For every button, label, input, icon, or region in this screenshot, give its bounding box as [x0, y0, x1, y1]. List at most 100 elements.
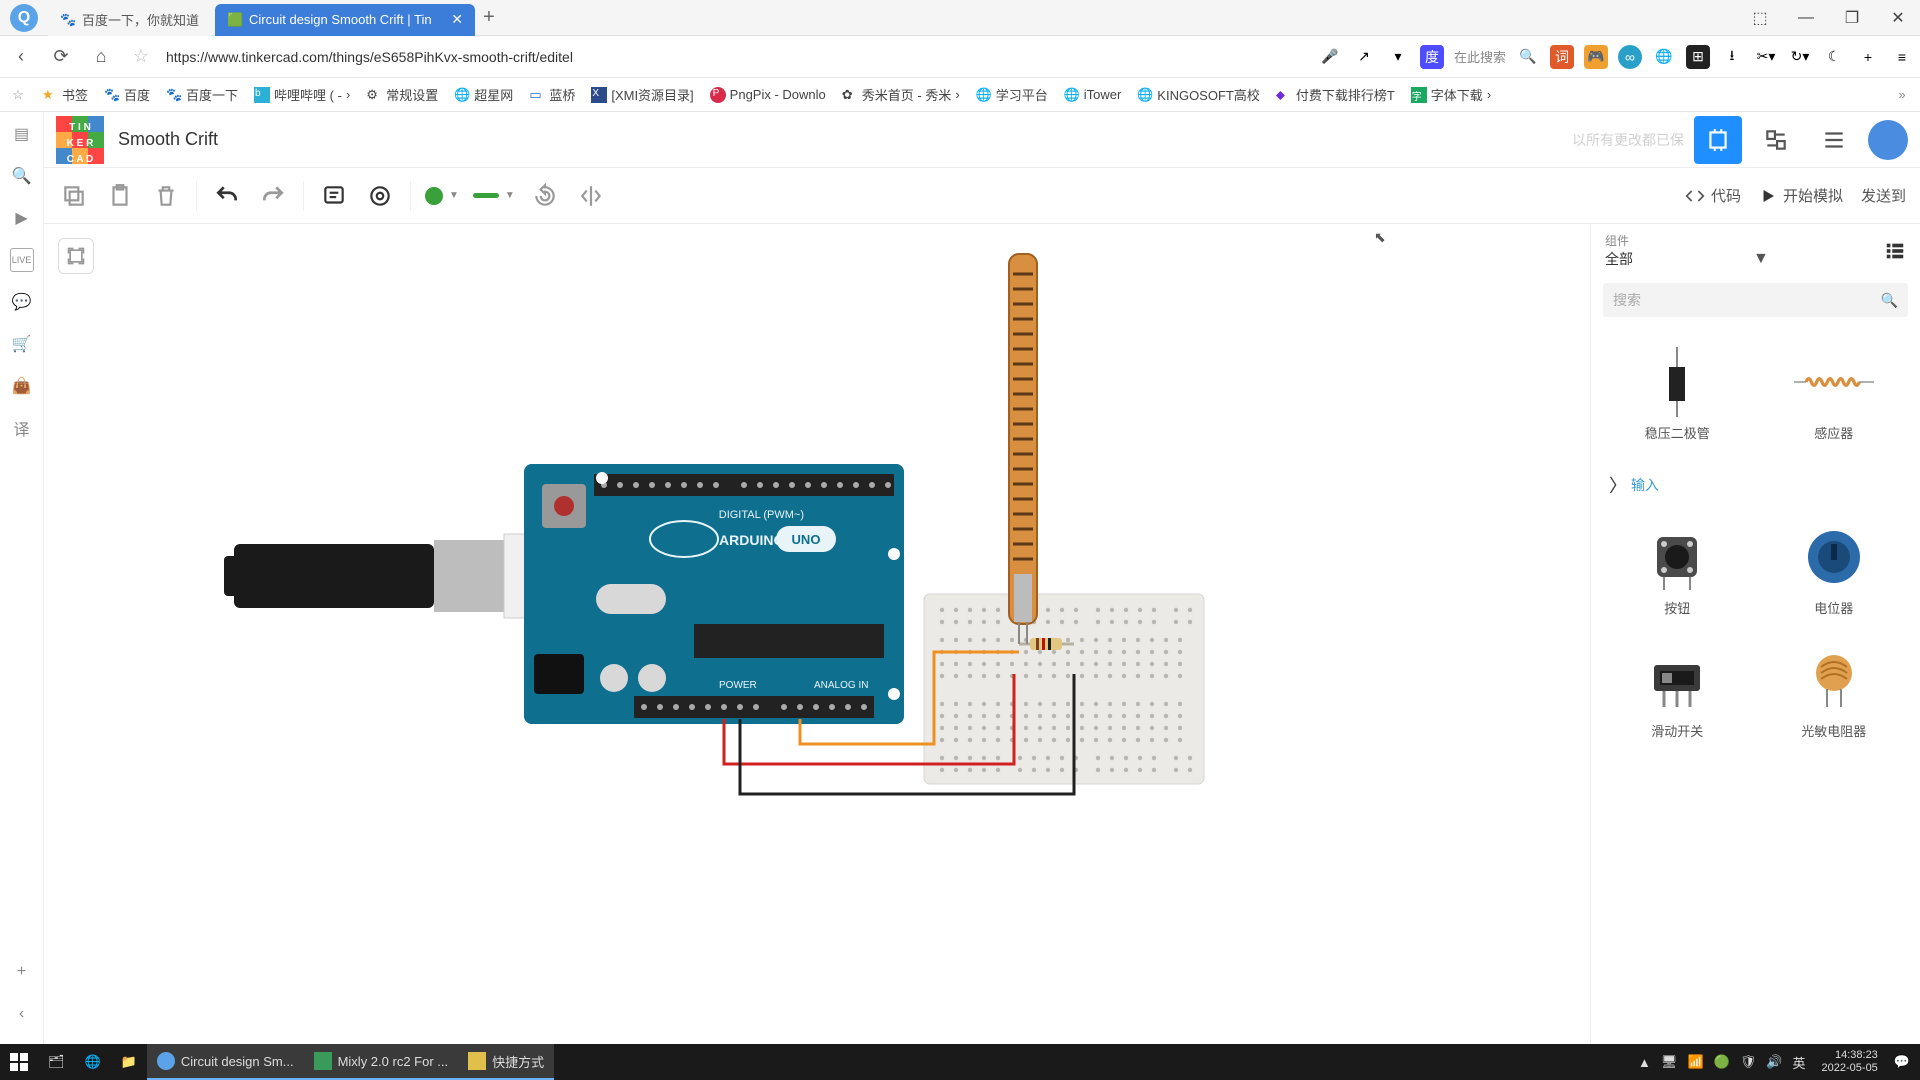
cart-icon[interactable]: 🛒 [10, 332, 34, 356]
chevron-down-icon[interactable]: ▾ [1386, 45, 1410, 69]
project-title[interactable]: Smooth Crift [118, 129, 218, 150]
component-item[interactable]: 电位器 [1756, 508, 1913, 631]
downloads-icon[interactable]: ⭳ [1720, 45, 1744, 69]
bookmark-star-icon[interactable]: ☆ [6, 83, 30, 107]
video-icon[interactable]: ▶ [10, 206, 34, 230]
refresh-icon[interactable]: ↻▾ [1788, 45, 1812, 69]
user-avatar[interactable] [1868, 120, 1908, 160]
volume-icon[interactable]: 🔊 [1766, 1054, 1782, 1070]
start-simulation-button[interactable]: 开始模拟 [1759, 185, 1843, 206]
notifications-icon[interactable]: 💬 [1894, 1054, 1910, 1070]
redo-button[interactable] [257, 180, 289, 212]
circuit-canvas[interactable]: ⬉ DIGITAL (PWM~) ARDUINO UNO POWER ANALO… [44, 224, 1590, 1044]
rotate-icon[interactable] [529, 180, 561, 212]
ext-icon[interactable]: 词 [1550, 45, 1574, 69]
taskbar-clock[interactable]: 14:38:23 2022-05-05 [1816, 1049, 1884, 1075]
bom-view-button[interactable] [1810, 116, 1858, 164]
copy-icon[interactable] [58, 180, 90, 212]
toggle-visibility-icon[interactable] [364, 180, 396, 212]
wifi-icon[interactable]: 📶 [1687, 1054, 1703, 1070]
code-button[interactable]: 代码 [1685, 185, 1741, 206]
circuit-view-button[interactable] [1694, 116, 1742, 164]
live-icon[interactable]: LIVE [10, 248, 34, 272]
window-minimize-button[interactable]: — [1784, 2, 1828, 34]
wire-style-picker[interactable]: ▼ [473, 190, 515, 201]
component-item[interactable]: 光敏电阻器 [1756, 631, 1913, 754]
scissors-icon[interactable]: ✂▾ [1754, 45, 1778, 69]
add-icon[interactable]: + [10, 960, 34, 984]
bookmark-item[interactable]: 🐾百度一下 [162, 83, 242, 106]
chat-icon[interactable]: 💬 [10, 290, 34, 314]
zoom-fit-button[interactable] [58, 238, 94, 274]
close-tab-icon[interactable]: ✕ [451, 11, 463, 28]
delete-icon[interactable] [150, 180, 182, 212]
back-button[interactable]: ‹ [6, 42, 36, 72]
tray-icon[interactable]: ▲ [1638, 1055, 1651, 1070]
component-item[interactable]: 稳压二极管 [1599, 333, 1756, 456]
component-item[interactable]: 感应器 [1756, 333, 1913, 456]
bookmark-item[interactable]: X[XMI资源目录] [587, 83, 697, 106]
bookmark-item[interactable]: 🐾百度 [100, 83, 154, 106]
taskbar-app[interactable]: 🗂 [38, 1044, 75, 1080]
tray-icon[interactable]: 🛡 [1740, 1054, 1757, 1070]
book-icon[interactable]: ▤ [10, 122, 34, 146]
bookmark-item[interactable]: PPngPix - Downlo [706, 85, 830, 105]
bookmark-item[interactable]: ✿秀米首页 - 秀米› [838, 83, 964, 106]
taskbar-app[interactable]: 🌐 [75, 1044, 111, 1080]
component-item[interactable]: 按钮 [1599, 508, 1756, 631]
taskbar-app[interactable]: 快捷方式 [458, 1044, 554, 1080]
bookmark-item[interactable]: 🌐学习平台 [972, 83, 1052, 106]
translate-icon[interactable]: 🌐 [1652, 45, 1676, 69]
ext-icon[interactable]: ⊞ [1686, 45, 1710, 69]
bookmark-star-icon[interactable]: ☆ [126, 42, 156, 72]
component-item[interactable]: 滑动开关 [1599, 631, 1756, 754]
collapse-icon[interactable]: ‹ [10, 1002, 34, 1026]
plus-icon[interactable]: + [1856, 45, 1880, 69]
schematic-view-button[interactable] [1752, 116, 1800, 164]
search-icon[interactable]: 🔍 [1516, 45, 1540, 69]
ext-icon[interactable]: ∞ [1618, 45, 1642, 69]
mirror-icon[interactable] [575, 180, 607, 212]
browser-tab[interactable]: 🐾 百度一下，你就知道 [48, 4, 211, 36]
notes-icon[interactable] [318, 180, 350, 212]
ext-icon[interactable]: 🎮 [1584, 45, 1608, 69]
translate-icon[interactable]: 译 [10, 416, 34, 440]
components-filter[interactable]: 全部 [1605, 249, 1633, 269]
paste-icon[interactable] [104, 180, 136, 212]
ime-indicator[interactable]: 英 [1793, 1053, 1806, 1072]
undo-button[interactable] [211, 180, 243, 212]
taskbar-app[interactable]: Circuit design Sm... [147, 1044, 304, 1080]
menu-icon[interactable]: ≡ [1890, 45, 1914, 69]
start-button[interactable] [0, 1044, 38, 1080]
window-restore-button[interactable]: ❐ [1830, 2, 1874, 34]
bookmark-item[interactable]: ⬥付费下载排行榜T [1272, 83, 1399, 106]
component-search-input[interactable]: 搜索 🔍 [1603, 283, 1908, 317]
night-mode-icon[interactable]: ☾ [1822, 45, 1846, 69]
home-button[interactable]: ⌂ [86, 42, 116, 72]
bookmark-item[interactable]: 🌐iTower [1060, 85, 1126, 105]
tray-icon[interactable]: 🖥 [1661, 1054, 1678, 1070]
download-shelf-icon[interactable]: ⬚ [1738, 2, 1782, 34]
taskbar-app[interactable]: Mixly 2.0 rc2 For ... [304, 1044, 459, 1080]
tray-icon[interactable]: 🟢 [1714, 1054, 1730, 1070]
bookmarks-overflow-icon[interactable]: » [1890, 83, 1914, 107]
bookmark-item[interactable]: 🌐KINGOSOFT高校 [1133, 83, 1264, 106]
wire-color-picker[interactable]: ▼ [425, 187, 459, 205]
search-icon[interactable]: 🔍 [10, 164, 34, 188]
browser-tab[interactable]: 🟩 Circuit design Smooth Crift | Tin ✕ [215, 4, 475, 36]
bookmark-item[interactable]: 字字体下载› [1407, 83, 1495, 106]
window-close-button[interactable]: ✕ [1876, 2, 1920, 34]
bookmark-item[interactable]: ★书签 [38, 83, 92, 106]
reload-button[interactable]: ⟳ [46, 42, 76, 72]
bookmark-item[interactable]: b哔哩哔哩 ( -› [250, 83, 354, 106]
mic-icon[interactable]: 🎤 [1318, 45, 1342, 69]
url-field[interactable]: https://www.tinkercad.com/things/eS658Pi… [166, 49, 1308, 65]
new-tab-button[interactable]: + [475, 6, 503, 29]
taskbar-app[interactable]: 📁 [111, 1044, 147, 1080]
bookmark-item[interactable]: 🌐超星网 [450, 83, 517, 106]
list-view-toggle[interactable] [1884, 240, 1906, 262]
bookmark-item[interactable]: ▭蓝桥 [525, 83, 579, 106]
search-engine-icon[interactable]: 度 [1420, 45, 1444, 69]
send-to-button[interactable]: 发送到 [1861, 185, 1906, 206]
bag-icon[interactable]: 👜 [10, 374, 34, 398]
